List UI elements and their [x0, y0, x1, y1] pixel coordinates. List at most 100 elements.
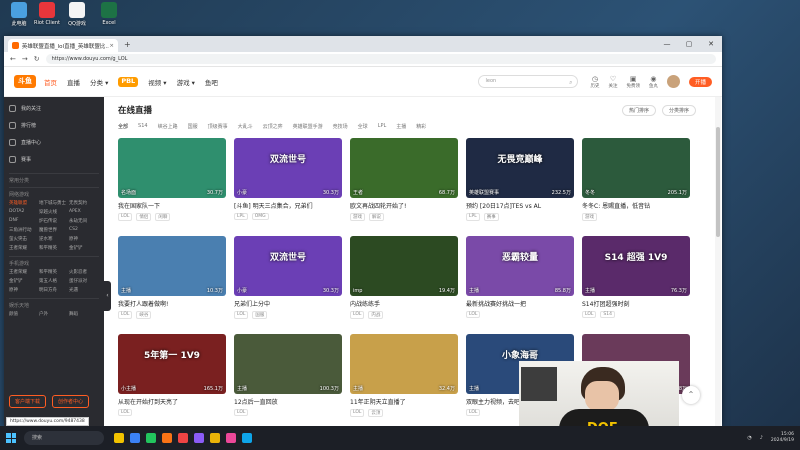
- tab-douyu[interactable]: 英雄联盟直播_lol直播_英雄联盟比... ×: [8, 39, 118, 52]
- stream-tag[interactable]: LOL: [466, 409, 481, 416]
- sidebar-game[interactable]: 金铲铲: [69, 245, 99, 251]
- stream-thumbnail[interactable]: 5年第一 1V9 小主播 165.1万: [118, 334, 226, 394]
- stream-card[interactable]: 主播 32.4万 11年正阴天立直播了 LOL 云顶: [350, 334, 458, 426]
- stream-card[interactable]: 名场面 30.7万 我在国家队一下 LOL 情侣 闲聊: [118, 138, 226, 236]
- stream-thumbnail[interactable]: 冬冬 205.1万: [582, 138, 690, 198]
- stream-tag[interactable]: 游戏: [582, 213, 597, 221]
- stream-title[interactable]: 预约 [20日17点]TES vs AL: [466, 201, 574, 210]
- stream-tag[interactable]: 闲聊: [155, 213, 171, 221]
- sidebar-item-events[interactable]: 赛事: [9, 151, 99, 168]
- stream-thumbnail[interactable]: 王者 68.7万: [350, 138, 458, 198]
- windows-start-icon[interactable]: [6, 433, 16, 443]
- stream-thumbnail[interactable]: imp 19.4万: [350, 236, 458, 296]
- stream-tag[interactable]: 游戏: [350, 213, 365, 221]
- taskbar-app-icon[interactable]: [162, 433, 172, 443]
- stream-tag[interactable]: LOL: [118, 213, 133, 221]
- stream-tag[interactable]: LPL: [466, 213, 480, 221]
- stream-title[interactable]: [斗鱼] 明天三点集合，兄弟们: [234, 201, 342, 210]
- stream-tag[interactable]: 国服: [252, 311, 268, 319]
- taskbar-app-icon[interactable]: [178, 433, 188, 443]
- stream-tag[interactable]: LOL: [350, 409, 365, 417]
- filter-tag[interactable]: 竞技场: [333, 123, 348, 130]
- stream-tag[interactable]: LOL: [466, 311, 481, 318]
- wifi-icon[interactable]: ◔: [747, 435, 751, 441]
- taskbar-app-icon[interactable]: [242, 433, 252, 443]
- url-input[interactable]: https://www.douyu.com/g_LOL: [45, 54, 716, 64]
- stream-tag[interactable]: OMG: [251, 213, 269, 220]
- sidebar-game[interactable]: 萤火突击: [9, 236, 39, 242]
- new-tab-button[interactable]: +: [124, 40, 131, 49]
- stream-thumbnail[interactable]: 恶霸较量 主播 85.8万: [466, 236, 574, 296]
- sidebar-game[interactable]: 地下城与勇士: [39, 200, 69, 206]
- search-icon[interactable]: ⌕: [569, 77, 572, 88]
- stream-tag[interactable]: 解说: [369, 213, 384, 221]
- stream-thumbnail[interactable]: 无畏竞巅峰 英雄联盟赛事 232.5万: [466, 138, 574, 198]
- history-button[interactable]: ◷ 历史: [590, 75, 599, 89]
- taskbar-search[interactable]: 搜索: [24, 431, 104, 445]
- forward-icon[interactable]: →: [22, 55, 28, 63]
- stream-thumbnail[interactable]: 名场面 30.7万: [118, 138, 226, 198]
- stream-title[interactable]: 11年正阴天立直播了: [350, 397, 458, 406]
- sidebar-game[interactable]: 永劫无间: [69, 218, 99, 224]
- stream-card[interactable]: 王者 68.7万 欧文再战四轮开始了! 游戏 解说: [350, 138, 458, 236]
- stream-card[interactable]: 恶霸较量 主播 85.8万最新挑战赛好挑战一把 LOL: [466, 236, 574, 334]
- filter-tag[interactable]: 精彩: [416, 123, 426, 130]
- sidebar-item-follow[interactable]: 我的关注: [9, 100, 99, 117]
- stream-tag[interactable]: LOL: [234, 409, 249, 416]
- douyu-logo[interactable]: 斗鱼: [14, 75, 36, 88]
- volume-icon[interactable]: ♪: [760, 435, 763, 441]
- sidebar-mobile-game[interactable]: 第五人格: [39, 278, 69, 284]
- stream-tag[interactable]: LOL: [234, 311, 249, 319]
- sidebar-game[interactable]: 炉石传说: [39, 218, 69, 224]
- stream-title[interactable]: 兄弟们上分中: [234, 299, 342, 308]
- sidebar-game[interactable]: 魔兽世界: [39, 227, 69, 233]
- nav-yuba[interactable]: 鱼吧: [205, 77, 218, 87]
- sidebar-mobile-game[interactable]: 火影忍者: [69, 269, 99, 275]
- stream-thumbnail[interactable]: 双流世号 小豪 30.3万: [234, 138, 342, 198]
- close-tab-icon[interactable]: ×: [109, 43, 114, 49]
- filter-tag[interactable]: 峡谷上路: [158, 123, 178, 130]
- close-window-button[interactable]: ✕: [700, 40, 722, 48]
- sidebar-game[interactable]: 王者荣耀: [9, 245, 39, 251]
- sidebar-game[interactable]: 无畏契约: [69, 200, 99, 206]
- stream-tag[interactable]: S14: [600, 311, 615, 318]
- stream-thumbnail[interactable]: 主播 10.3万: [118, 236, 226, 296]
- stream-card[interactable]: 主播 100.3万 12点后一直回放 LOL: [234, 334, 342, 426]
- desktop-icon-qq-game[interactable]: QQ游戏: [60, 2, 94, 27]
- stream-card[interactable]: 双流世号 小豪 30.3万 [斗鱼] 明天三点集合，兄弟们 LPL OMG: [234, 138, 342, 236]
- sidebar-mobile-game[interactable]: 光遇: [69, 287, 99, 293]
- back-to-top-button[interactable]: ⌃: [682, 386, 700, 404]
- nav-category[interactable]: 分类 ▾: [90, 77, 108, 87]
- stream-tag[interactable]: LOL: [350, 311, 365, 319]
- sidebar-item-rank[interactable]: 排行榜: [9, 117, 99, 134]
- stream-tag[interactable]: 赛事: [483, 213, 499, 221]
- stream-title[interactable]: 12点后一直回放: [234, 397, 342, 406]
- nav-pbl[interactable]: PBL: [118, 76, 139, 87]
- taskbar-app-icon[interactable]: [194, 433, 204, 443]
- fish-button[interactable]: ◉ 鱼丸: [649, 75, 658, 89]
- stream-thumbnail[interactable]: 主播 100.3万: [234, 334, 342, 394]
- page-scrollbar[interactable]: [715, 97, 721, 426]
- taskbar-app-icon[interactable]: [226, 433, 236, 443]
- sidebar-game[interactable]: 原神: [69, 236, 99, 242]
- sidebar-ent-item[interactable]: 颜值: [9, 311, 39, 317]
- nav-home[interactable]: 首页: [44, 77, 57, 87]
- filter-tag[interactable]: 全球: [358, 123, 368, 130]
- filter-tag[interactable]: 国服: [188, 123, 198, 130]
- sidebar-mobile-game[interactable]: 和平精英: [39, 269, 69, 275]
- scrollbar-thumb[interactable]: [716, 127, 720, 237]
- sidebar-game[interactable]: 穿越火线: [39, 209, 69, 215]
- stream-title[interactable]: S14打团超强时刻: [582, 299, 690, 308]
- sidebar-item-live-center[interactable]: 直播中心: [9, 134, 99, 151]
- stream-tag[interactable]: LOL: [582, 311, 597, 318]
- sidebar-ent-item[interactable]: 户外: [39, 311, 69, 317]
- stream-card[interactable]: 冬冬 205.1万 冬冬C: 恩赐直播，低音钻 游戏: [582, 138, 690, 236]
- stream-title[interactable]: 最新挑战赛好挑战一把: [466, 299, 574, 308]
- follow-button[interactable]: ♡ 关注: [608, 75, 617, 89]
- filter-tag[interactable]: 全部: [118, 123, 128, 130]
- taskbar-app-icon[interactable]: [130, 433, 140, 443]
- sidebar-game[interactable]: 英雄联盟: [9, 200, 39, 206]
- search-input[interactable]: leon ⌕: [478, 75, 579, 88]
- stream-tag[interactable]: LPL: [234, 213, 248, 220]
- sidebar-game[interactable]: CS2: [69, 227, 99, 233]
